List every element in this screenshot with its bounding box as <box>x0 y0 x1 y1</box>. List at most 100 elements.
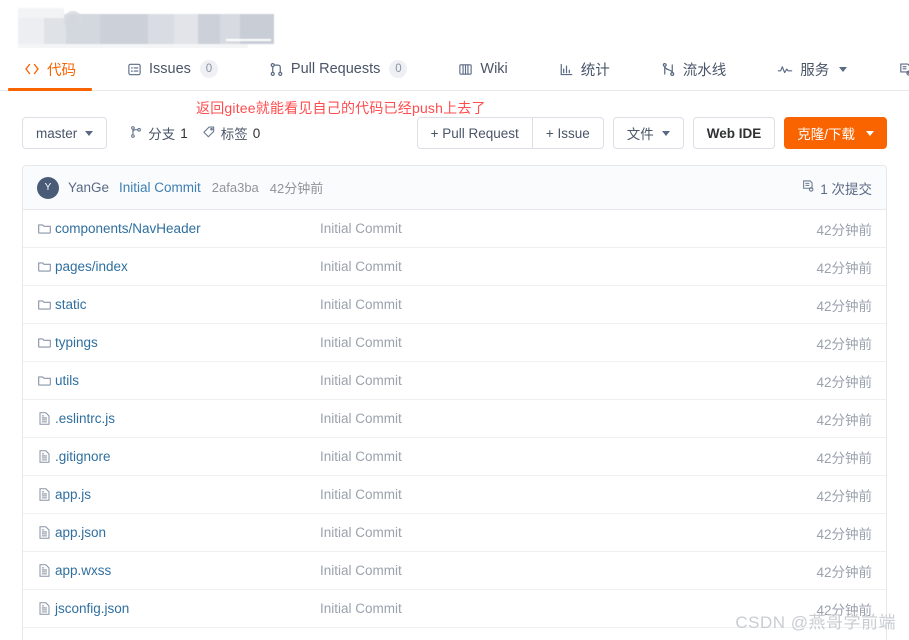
repo-toolbar: master 分支 1 标签 0 + Pull Request + Issue … <box>0 105 909 161</box>
file-row[interactable]: .gitignore Initial Commit 42分钟前 <box>23 438 886 476</box>
file-name[interactable]: typings <box>55 335 320 350</box>
repo-meta-links: 分支 1 标签 0 <box>129 123 260 143</box>
avatar[interactable]: Y <box>37 176 59 199</box>
tab-issues[interactable]: Issues 0 <box>125 48 220 90</box>
tab-code[interactable]: 代码 <box>8 48 92 91</box>
file-name[interactable]: .eslintrc.js <box>55 411 320 426</box>
tab-manage[interactable]: 管理 <box>896 48 909 90</box>
file-commit-message: Initial Commit <box>320 449 402 464</box>
active-tab-indicator <box>8 88 92 91</box>
tab-services[interactable]: 服务 <box>775 48 849 90</box>
tab-label: Wiki <box>480 61 508 77</box>
file-name[interactable]: .gitignore <box>55 449 320 464</box>
file-name[interactable]: utils <box>55 373 320 388</box>
issues-count-badge: 0 <box>199 60 218 78</box>
tag-icon <box>202 125 216 142</box>
file-row[interactable]: jsconfig.json Initial Commit 42分钟前 <box>23 590 886 628</box>
mosaic-block <box>18 8 64 18</box>
file-icon <box>37 525 55 540</box>
pull-request-icon <box>269 62 284 77</box>
branches-link[interactable]: 分支 1 <box>129 123 188 143</box>
folder-icon <box>37 221 55 236</box>
file-icon <box>37 601 55 616</box>
tab-pipeline[interactable]: 流水线 <box>659 48 729 90</box>
new-issue-button[interactable]: + Issue <box>531 117 604 149</box>
commit-author[interactable]: YanGe <box>68 180 109 195</box>
file-name[interactable]: pages/index <box>55 259 320 274</box>
file-commit-message: Initial Commit <box>320 411 402 426</box>
tab-label: 代码 <box>47 62 76 79</box>
chevron-down-icon <box>839 66 848 72</box>
chart-bar-icon <box>559 62 574 77</box>
file-row[interactable]: utils Initial Commit 42分钟前 <box>23 362 886 400</box>
latest-commit-bar: Y YanGe Initial Commit 2afa3ba 42分钟前 1 次… <box>23 166 886 210</box>
file-commit-time: 42分钟前 <box>816 450 872 466</box>
pipeline-icon <box>661 62 676 77</box>
file-commit-time: 42分钟前 <box>816 374 872 390</box>
history-icon <box>801 179 815 196</box>
chevron-down-icon <box>661 130 670 136</box>
tab-statistics[interactable]: 统计 <box>557 48 612 90</box>
file-row[interactable]: typings Initial Commit 42分钟前 <box>23 324 886 362</box>
file-name[interactable]: app.wxss <box>55 563 320 578</box>
file-row[interactable]: app.wxss Initial Commit 42分钟前 <box>23 552 886 590</box>
new-pull-request-button[interactable]: + Pull Request <box>416 117 533 149</box>
file-commit-message: Initial Commit <box>320 373 402 388</box>
file-commit-message: Initial Commit <box>320 335 402 350</box>
commit-count-label: 1 次提交 <box>820 181 872 197</box>
commit-count-link[interactable]: 1 次提交 <box>801 178 872 198</box>
file-row[interactable]: static Initial Commit 42分钟前 <box>23 286 886 324</box>
tags-link[interactable]: 标签 0 <box>202 123 261 143</box>
file-list: components/NavHeader Initial Commit 42分钟前 p… <box>23 210 886 640</box>
tab-wiki[interactable]: Wiki <box>456 48 509 90</box>
clone-download-button[interactable]: 克隆/下载 <box>784 117 887 149</box>
repo-header <box>0 0 909 52</box>
file-commit-message: Initial Commit <box>320 563 402 578</box>
file-icon <box>37 411 55 426</box>
files-label: 文件 <box>626 127 654 142</box>
tab-label: Issues <box>149 61 191 77</box>
file-row[interactable]: components/NavHeader Initial Commit 42分钟前 <box>23 210 886 248</box>
file-name[interactable]: static <box>55 297 320 312</box>
file-commit-time: 42分钟前 <box>816 488 872 504</box>
file-name[interactable]: app.js <box>55 487 320 502</box>
file-commit-time: 42分钟前 <box>816 298 872 314</box>
file-icon <box>37 563 55 578</box>
blurred-repo-title <box>18 8 274 52</box>
file-name[interactable]: jsconfig.json <box>55 601 320 616</box>
commit-message[interactable]: Initial Commit <box>119 180 201 195</box>
repo-nav-tabs: 代码 Issues 0 Pull Requests 0 Wiki 统计 流水线 <box>0 48 909 91</box>
issues-icon <box>127 62 142 77</box>
file-row[interactable]: project.config.jsonInitial Commit42分钟前 <box>23 628 886 640</box>
file-commit-message: Initial Commit <box>320 297 402 312</box>
file-commit-time: 42分钟前 <box>816 564 872 580</box>
file-name[interactable]: app.json <box>55 525 320 540</box>
commit-sha[interactable]: 2afa3ba <box>212 180 259 195</box>
tab-label: 服务 <box>800 62 830 79</box>
tab-pull-requests[interactable]: Pull Requests 0 <box>267 48 409 90</box>
file-commit-message: Initial Commit <box>320 487 402 502</box>
files-dropdown-button[interactable]: 文件 <box>612 117 684 149</box>
file-commit-time: 42分钟前 <box>816 526 872 542</box>
tab-label: 统计 <box>580 62 610 79</box>
file-row[interactable]: pages/index Initial Commit 42分钟前 <box>23 248 886 286</box>
file-commit-time: 42分钟前 <box>816 412 872 428</box>
web-ide-button[interactable]: Web IDE <box>692 117 776 149</box>
file-commit-time: 42分钟前 <box>816 222 872 238</box>
tags-count: 0 <box>252 125 261 141</box>
file-commit-message: Initial Commit <box>320 259 402 274</box>
file-row[interactable]: .eslintrc.js Initial Commit 42分钟前 <box>23 400 886 438</box>
branch-selector-button[interactable]: master <box>22 117 108 149</box>
file-name[interactable]: components/NavHeader <box>55 221 320 236</box>
file-row[interactable]: app.json Initial Commit 42分钟前 <box>23 514 886 552</box>
tab-label: Pull Requests <box>290 61 381 77</box>
file-browser-card: Y YanGe Initial Commit 2afa3ba 42分钟前 1 次… <box>22 165 887 640</box>
pull-requests-count-badge: 0 <box>389 60 408 78</box>
folder-icon <box>37 297 55 312</box>
file-icon <box>37 487 55 502</box>
tags-label: 标签 <box>220 127 248 142</box>
code-icon <box>24 61 40 77</box>
file-row[interactable]: app.js Initial Commit 42分钟前 <box>23 476 886 514</box>
clone-label: 克隆/下载 <box>797 127 855 142</box>
file-commit-time: 42分钟前 <box>816 336 872 352</box>
